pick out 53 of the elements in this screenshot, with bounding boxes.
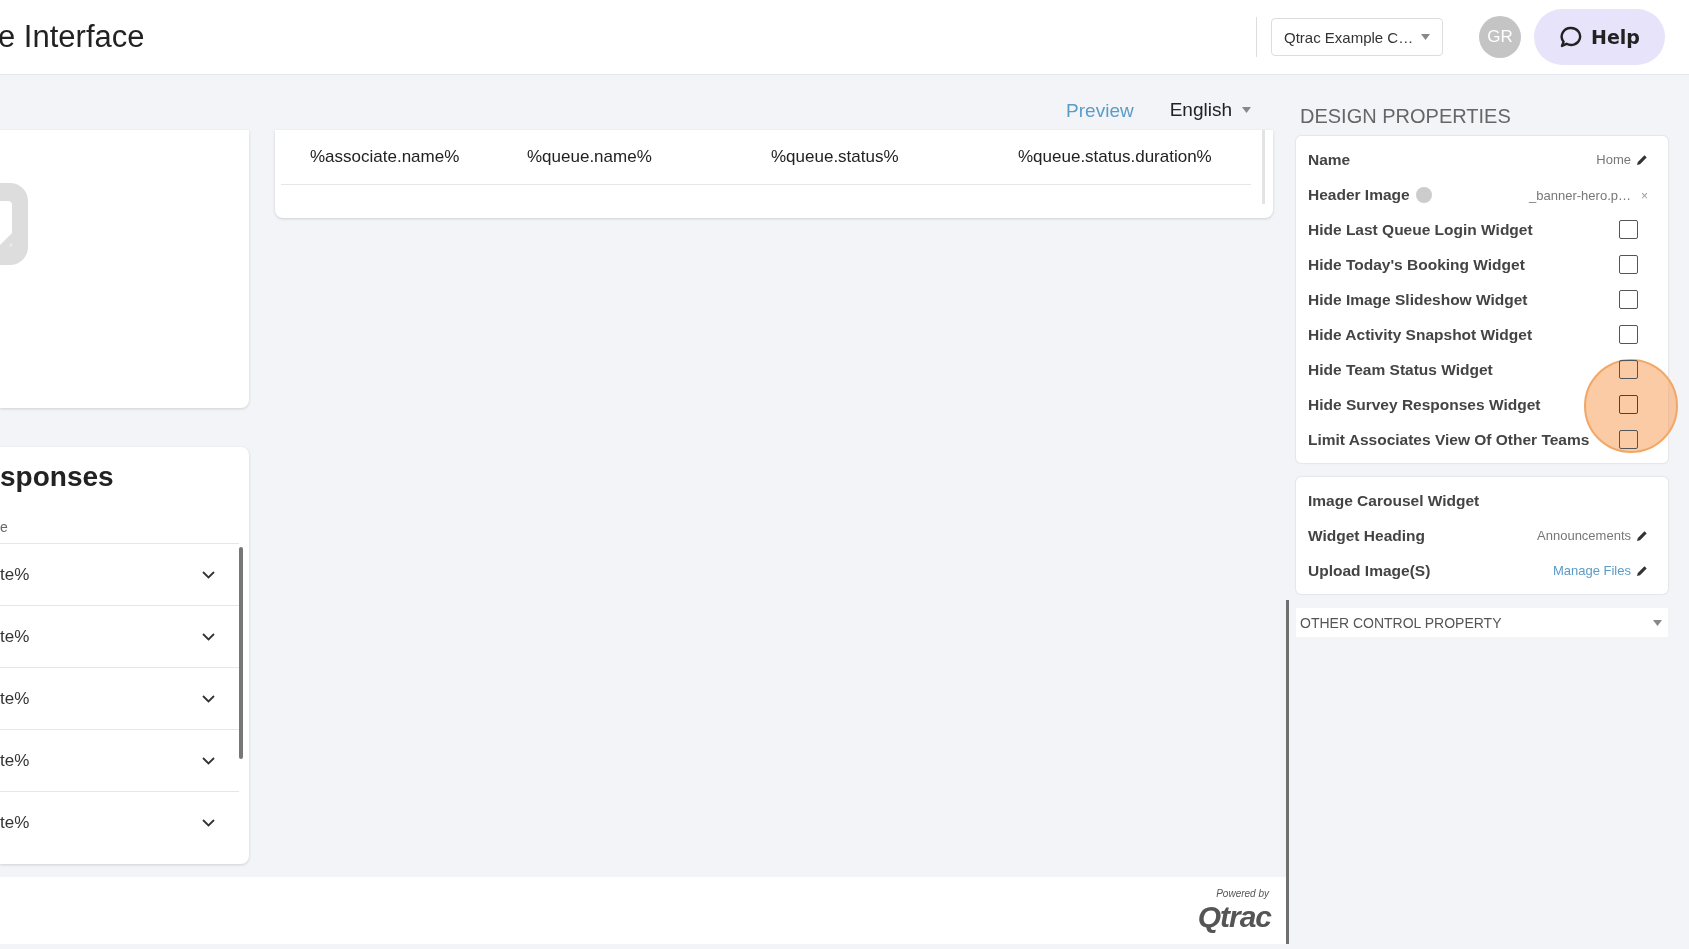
checkbox[interactable]	[1619, 430, 1638, 449]
checkbox-label: Hide Image Slideshow Widget	[1308, 290, 1528, 309]
checkbox[interactable]	[1619, 395, 1638, 414]
checkbox[interactable]	[1619, 290, 1638, 309]
checkbox[interactable]	[1619, 255, 1638, 274]
property-value: Announcements	[1537, 528, 1631, 543]
checkbox-label: Hide Today's Booking Widget	[1308, 255, 1525, 274]
section-title: Image Carousel Widget	[1308, 491, 1480, 510]
property-value: _banner-hero.p…	[1529, 187, 1631, 203]
logo-tagline: Powered by	[1216, 887, 1269, 899]
property-label: Upload Image(S)	[1308, 561, 1431, 580]
help-button[interactable]: Help	[1534, 9, 1665, 65]
logo-wordmark: Qtrac	[1197, 899, 1271, 934]
pencil-icon[interactable]	[1636, 564, 1648, 577]
checkbox-label: Hide Activity Snapshot Widget	[1308, 325, 1533, 344]
chevron-icon	[202, 818, 215, 827]
chevron-icon	[202, 632, 215, 641]
property-label: Header Image	[1308, 185, 1410, 204]
table-cell-text: %associate.name%	[310, 147, 461, 167]
language-select[interactable]: English	[1163, 98, 1257, 122]
property-value: Home	[1596, 152, 1631, 167]
checkbox[interactable]	[1619, 325, 1638, 344]
scrollbar[interactable]	[1286, 600, 1289, 944]
property-label: Name	[1308, 150, 1351, 169]
chevron-icon	[202, 756, 215, 765]
property-label: Widget Heading	[1308, 526, 1425, 545]
table-cell-text: %queue.status.duration%	[1018, 147, 1213, 167]
column-label: e	[0, 519, 9, 535]
checkbox-label: Hide Last Queue Login Widget	[1308, 220, 1533, 239]
table-cell-text: %queue.status%	[771, 147, 900, 167]
scrollbar[interactable]	[239, 547, 243, 759]
pencil-icon[interactable]	[1636, 529, 1648, 542]
placeholder-icon	[0, 183, 28, 265]
card-title: sponses	[0, 461, 115, 493]
panel-title: DESIGN PROPERTIES	[1299, 104, 1512, 129]
company-select[interactable]: Qtrac Example C…	[1271, 18, 1443, 56]
checkbox[interactable]	[1619, 220, 1638, 239]
chat-icon	[1559, 25, 1584, 49]
checkbox[interactable]	[1619, 360, 1638, 379]
table-cell-text: %queue.name%	[527, 147, 653, 167]
caret-icon	[1421, 34, 1430, 40]
response-row[interactable]: te%	[0, 791, 239, 853]
checkbox-label: Limit Associates View Of Other Teams	[1308, 430, 1590, 449]
checkbox-label: Hide Survey Responses Widget	[1308, 395, 1541, 414]
caret-icon	[1242, 107, 1251, 113]
pencil-icon[interactable]	[1636, 153, 1648, 166]
section-toggle[interactable]: OTHER CONTROL PROPERTY	[1296, 608, 1668, 637]
response-row[interactable]: te%	[0, 729, 239, 791]
chevron-icon	[202, 570, 215, 579]
checkbox-label: Hide Team Status Widget	[1308, 360, 1493, 379]
chevron-icon	[202, 694, 215, 703]
page-title: e Interface	[0, 19, 146, 55]
caret-icon	[1653, 619, 1662, 626]
